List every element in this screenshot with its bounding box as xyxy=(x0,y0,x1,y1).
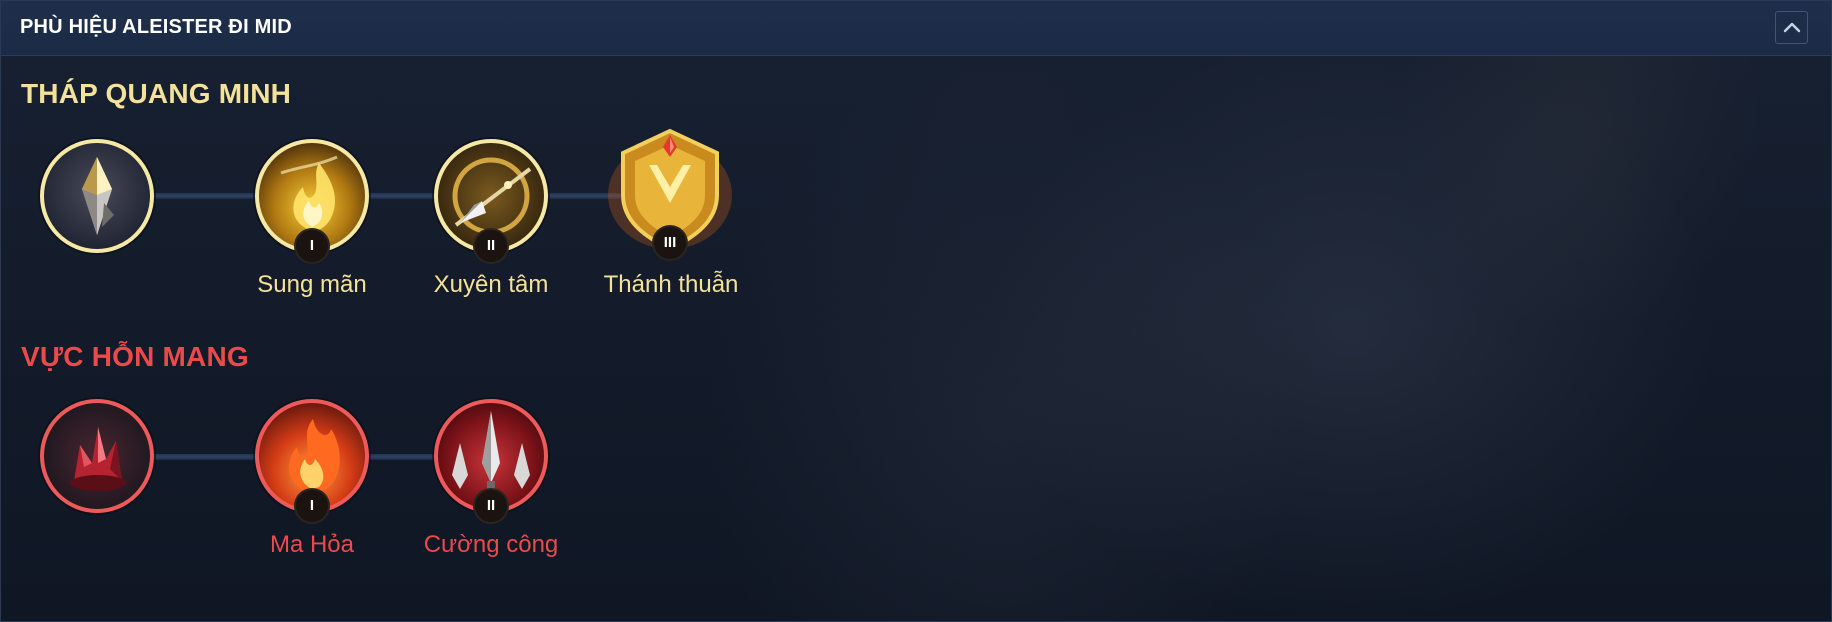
rune-label: Thánh thuẫn xyxy=(603,271,739,298)
rune-label: Xuyên tâm xyxy=(433,271,549,298)
rune-label: Cường công xyxy=(423,531,559,558)
tier-badge: I xyxy=(294,488,330,524)
rune-sung-man[interactable]: I xyxy=(255,139,369,264)
rune-xuyen-tam[interactable]: II xyxy=(434,139,548,264)
emblem-vuc-hon-mang[interactable] xyxy=(40,399,154,513)
rune-thanh-thuan[interactable]: III xyxy=(605,125,735,261)
red-crystal-icon xyxy=(70,427,126,491)
rune-cuong-cong[interactable]: II xyxy=(434,399,548,524)
panel-title: PHÙ HIỆU ALEISTER ĐI MID xyxy=(20,16,292,38)
tier-badge: III xyxy=(652,225,688,261)
emblem-thap-quang-minh[interactable] xyxy=(40,139,154,253)
panel-header: PHÙ HIỆU ALEISTER ĐI MID xyxy=(1,1,1831,56)
chevron-up-icon xyxy=(1783,22,1801,33)
section-title-vuc-hon-mang: VỰC HỖN MANG xyxy=(21,341,249,372)
tier-badge: II xyxy=(473,488,509,524)
gold-crystal-icon xyxy=(82,157,114,235)
rune-panel: PHÙ HIỆU ALEISTER ĐI MID THÁP QUANG MINH… xyxy=(0,0,1832,622)
rune-label: Sung mãn xyxy=(257,271,367,298)
section-title-thap-quang-minh: THÁP QUANG MINH xyxy=(21,78,292,109)
tier-badge: II xyxy=(473,228,509,264)
rune-connector xyxy=(151,193,621,199)
collapse-button[interactable] xyxy=(1775,11,1808,44)
rune-label: Ma Hỏa xyxy=(269,531,355,558)
rune-ma-hoa[interactable]: I xyxy=(255,399,369,524)
tier-badge: I xyxy=(294,228,330,264)
